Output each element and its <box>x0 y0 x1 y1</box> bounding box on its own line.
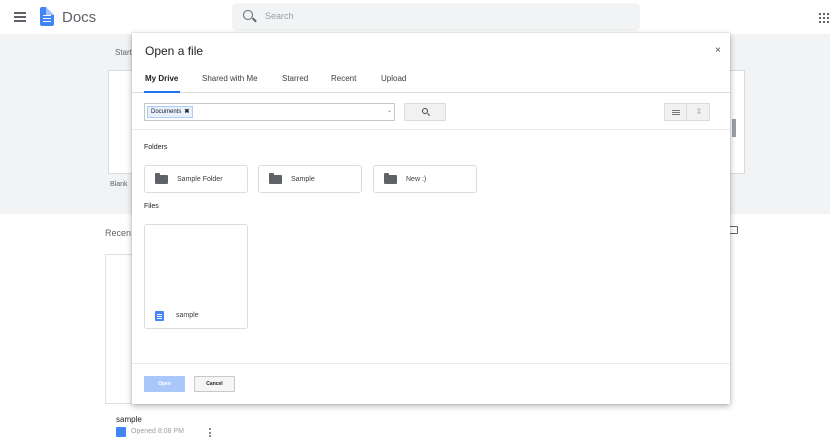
tab-shared-with-me[interactable]: Shared with Me <box>202 74 258 83</box>
folder-icon <box>384 173 397 184</box>
doc-file-icon <box>116 427 126 437</box>
folder-name: Sample <box>291 176 315 183</box>
template-card[interactable] <box>729 70 745 174</box>
files-heading: Files <box>144 203 159 210</box>
folder-card[interactable]: Sample <box>258 165 362 193</box>
start-label: Start <box>115 48 132 57</box>
folders-heading: Folders <box>144 144 168 151</box>
recent-doc-opened-time: Opened 8:08 PM <box>131 428 184 435</box>
folder-icon <box>269 173 282 184</box>
file-name: sample <box>176 312 199 319</box>
tab-recent[interactable]: Recent <box>331 74 356 83</box>
tab-my-drive[interactable]: My Drive <box>145 74 178 83</box>
folder-card[interactable]: Sample Folder <box>144 165 248 193</box>
search-button[interactable] <box>404 103 446 121</box>
documents-filter-chip[interactable]: Documents ✖ <box>147 106 194 118</box>
chip-label: Documents <box>151 109 182 115</box>
file-card[interactable]: sample <box>144 224 248 329</box>
search-placeholder: Search <box>265 11 294 21</box>
folder-name: Sample Folder <box>177 176 223 183</box>
folder-icon[interactable] <box>729 226 738 234</box>
tab-upload[interactable]: Upload <box>381 74 406 83</box>
list-view-icon[interactable] <box>665 104 687 120</box>
close-icon[interactable]: × <box>715 45 721 56</box>
folder-name: New :) <box>406 176 427 183</box>
doc-file-icon <box>155 311 164 321</box>
open-button[interactable]: Open <box>144 376 185 392</box>
search-icon <box>422 108 428 114</box>
apps-grid-icon[interactable] <box>819 13 829 23</box>
search-icon <box>243 10 253 20</box>
dialog-tabs: My Drive Shared with Me Starred Recent U… <box>132 69 730 93</box>
more-options-icon[interactable] <box>209 428 211 437</box>
recent-doc-name[interactable]: sample <box>116 415 142 424</box>
cancel-button[interactable]: Cancel <box>194 376 235 392</box>
dialog-title: Open a file <box>145 44 204 58</box>
folder-icon <box>155 173 168 184</box>
view-toggle: ⇳ <box>664 103 710 121</box>
folder-card[interactable]: New :) <box>373 165 477 193</box>
chip-remove-icon[interactable]: ✖ <box>184 109 189 115</box>
blank-template-label: Blank <box>110 181 128 188</box>
sort-icon[interactable]: ⇳ <box>688 104 710 120</box>
main-menu-icon[interactable] <box>14 12 26 22</box>
top-bar: Docs Search <box>0 0 830 34</box>
search-bar[interactable]: Search <box>232 3 640 31</box>
filter-input[interactable]: Documents ✖ ⌄ <box>144 103 395 121</box>
dialog-footer: Open Cancel <box>132 363 730 404</box>
open-file-dialog: Open a file × My Drive Shared with Me St… <box>132 33 730 404</box>
tab-starred[interactable]: Starred <box>282 74 308 83</box>
filter-row: Documents ✖ ⌄ ⇳ <box>132 93 730 130</box>
chevron-down-icon[interactable]: ⌄ <box>387 107 392 114</box>
recent-documents-label: Recen <box>105 228 132 238</box>
app-title[interactable]: Docs <box>62 9 96 26</box>
docs-logo-icon[interactable] <box>40 7 54 26</box>
